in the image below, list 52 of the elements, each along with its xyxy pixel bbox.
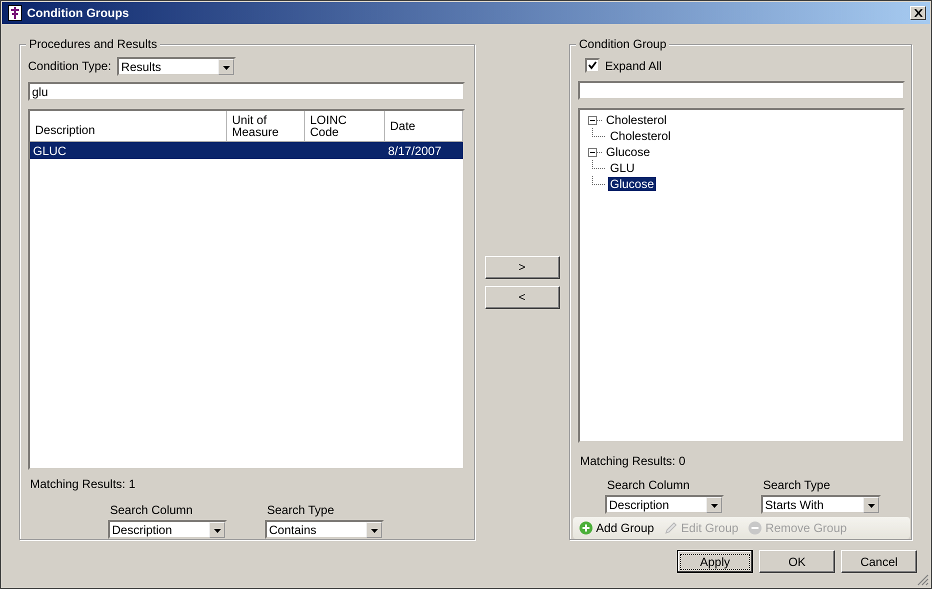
condition-type-label: Condition Type:: [28, 59, 112, 73]
dialog-button[interactable]: Cancel: [841, 550, 917, 573]
search-column-label: Search Column: [109, 503, 194, 517]
dropdown-arrow-icon: [218, 58, 234, 74]
matching-results: Matching Results: 1: [30, 477, 136, 491]
dropdown-arrow-icon: [863, 497, 879, 513]
search-field[interactable]: glu: [28, 82, 465, 101]
expand-all-checkbox[interactable]: [585, 58, 600, 73]
table-cell: 8/17/2007: [388, 144, 442, 158]
column-header[interactable]: Description: [30, 111, 227, 141]
move-button[interactable]: >: [484, 256, 560, 278]
column-header[interactable]: LOINC Code: [305, 111, 385, 141]
check-icon: [588, 61, 597, 70]
column-header[interactable]: Date: [385, 111, 463, 141]
resize-grip-icon[interactable]: [917, 574, 929, 586]
move-button[interactable]: <: [484, 286, 560, 308]
close-button[interactable]: [910, 6, 926, 20]
search-type-label: Search Type: [762, 478, 832, 492]
search-type-label: Search Type: [266, 503, 336, 517]
condition-type-dropdown[interactable]: Results: [117, 56, 236, 76]
matching-results: Matching Results: 0: [580, 454, 686, 468]
expand-all-label: Expand All: [605, 58, 662, 72]
search-column-dropdown[interactable]: Description: [605, 495, 724, 514]
collapse-icon[interactable]: [588, 116, 597, 124]
search-column-dropdown[interactable]: Description: [108, 520, 227, 539]
tree-item[interactable]: Cholesterol: [608, 129, 673, 143]
dialog-button[interactable]: Apply: [677, 550, 753, 573]
plus-icon: [579, 521, 593, 535]
minus-icon: [748, 521, 762, 535]
collapse-icon[interactable]: [588, 148, 597, 156]
tree-item[interactable]: Glucose: [608, 177, 656, 191]
search-type-dropdown[interactable]: Contains: [265, 520, 384, 539]
dialog-button[interactable]: OK: [759, 550, 835, 573]
dropdown-arrow-icon: [706, 497, 722, 513]
group-title: Condition Group: [576, 37, 670, 51]
dropdown-arrow-icon: [366, 522, 382, 538]
tree-item[interactable]: GLU: [608, 161, 637, 175]
column-header[interactable]: Unit of Measure: [227, 111, 305, 141]
table-cell: GLUC: [33, 144, 66, 158]
group-title: Procedures and Results: [26, 37, 160, 51]
search-type-dropdown[interactable]: Starts With: [761, 495, 881, 514]
table-row[interactable]: GLUC 8/17/2007: [30, 142, 463, 159]
tree-item[interactable]: Cholesterol: [604, 113, 669, 127]
search-field[interactable]: [578, 81, 905, 100]
dropdown-arrow-icon: [209, 522, 225, 538]
toolbar-button[interactable]: Add Group: [577, 521, 656, 535]
pencil-icon: [664, 521, 678, 535]
window-title: Condition Groups: [27, 6, 130, 20]
app-icon: [8, 5, 22, 21]
search-column-label: Search Column: [606, 478, 691, 492]
close-icon: [914, 9, 922, 17]
tree-item[interactable]: Glucose: [604, 145, 652, 159]
